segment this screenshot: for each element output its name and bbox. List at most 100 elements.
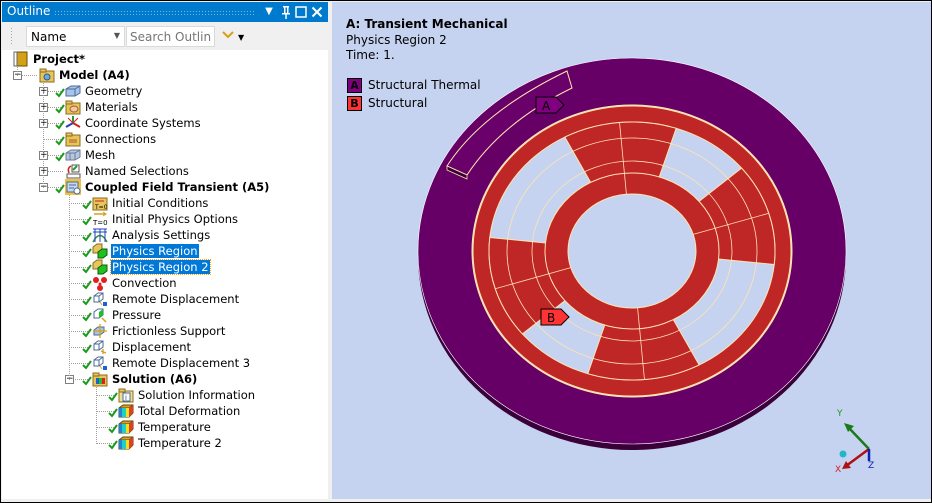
coordinate-systems-icon: [65, 115, 81, 131]
physics-region-icon: [92, 243, 108, 259]
tree-node[interactable]: + Named Selections: [2, 163, 328, 179]
tree-node[interactable]: Physics Region: [2, 243, 328, 259]
tree-node-label[interactable]: Analysis Settings: [111, 228, 211, 242]
tree-node-label[interactable]: Temperature: [137, 420, 212, 434]
result-icon: [118, 403, 134, 419]
tree-node-label[interactable]: Remote Displacement 3: [111, 356, 251, 370]
tree-node-label[interactable]: Initial Conditions: [111, 196, 209, 210]
tree-node-label[interactable]: Temperature 2: [137, 436, 223, 450]
outline-tree: Project* − Model (A4) + Geometry + Materials + C…: [2, 50, 328, 499]
tree-node[interactable]: − Coupled Field Transient (A5): [2, 179, 328, 195]
tree-node[interactable]: + Coordinate Systems: [2, 115, 328, 131]
tree-node[interactable]: Remote Displacement: [2, 291, 328, 307]
tree-node[interactable]: Displacement: [2, 339, 328, 355]
physics-region-icon: [92, 259, 108, 275]
outline-title: Outline: [7, 4, 51, 18]
tree-node-label[interactable]: Mesh: [84, 148, 116, 162]
triad-y-label: Y: [836, 409, 843, 419]
mesh-icon: [65, 147, 81, 163]
tree-node[interactable]: − Model (A4): [2, 67, 328, 83]
tree-node-label[interactable]: Total Deformation: [137, 404, 241, 418]
model-icon: [39, 67, 55, 83]
toolbar-grip[interactable]: [10, 27, 14, 45]
tree-node[interactable]: T=0 Initial Physics Options: [2, 211, 328, 227]
triad-z-label: Z: [868, 461, 874, 471]
tree-node-label[interactable]: Convection: [111, 276, 178, 290]
status-check-icon: [82, 328, 92, 338]
close-icon[interactable]: [309, 4, 325, 20]
tree-node-label[interactable]: Geometry: [84, 84, 143, 98]
connections-icon: [65, 131, 81, 147]
callout-a-label: A: [542, 99, 551, 113]
legend-label: Structural Thermal: [368, 78, 481, 92]
triad-x-axis: [845, 447, 870, 468]
search-outline-input[interactable]: [126, 26, 215, 47]
tree-node-label[interactable]: Named Selections: [84, 164, 190, 178]
triad-x-label: X: [835, 465, 841, 475]
tree-node-label[interactable]: Physics Region 2: [110, 259, 211, 275]
tree-node-label[interactable]: Frictionless Support: [111, 324, 226, 338]
status-check-icon: [82, 312, 92, 322]
materials-icon: [65, 99, 81, 115]
tree-node[interactable]: Physics Region 2: [2, 259, 328, 275]
tree-node-label[interactable]: Solution (A6): [111, 372, 198, 386]
tree-node[interactable]: Temperature 2: [2, 435, 328, 451]
filter-type-select[interactable]: Name ▼: [26, 26, 125, 47]
tree-node-label[interactable]: Initial Physics Options: [111, 212, 239, 226]
tree-node[interactable]: i Solution Information: [2, 387, 328, 403]
tree-node-label[interactable]: Connections: [84, 132, 157, 146]
pin-icon[interactable]: [278, 4, 294, 20]
titlebar-grip[interactable]: [54, 10, 254, 15]
tree-node-label[interactable]: Materials: [84, 100, 139, 114]
initial-physics-icon: T=0: [92, 211, 108, 227]
status-check-icon: [82, 216, 92, 226]
status-check-icon: [82, 248, 92, 258]
model-geometry[interactable]: ABYX Z: [332, 2, 931, 499]
tree-node-label[interactable]: Project*: [32, 52, 86, 66]
tree-node[interactable]: + Materials: [2, 99, 328, 115]
status-check-icon: [82, 360, 92, 370]
tree-node-label[interactable]: Displacement: [111, 340, 192, 354]
tree-node[interactable]: + Geometry: [2, 83, 328, 99]
tree-connector: [69, 195, 70, 380]
tree-node[interactable]: T=0 Initial Conditions: [2, 195, 328, 211]
tree-node-label[interactable]: Remote Displacement: [111, 292, 240, 306]
tree-node-label[interactable]: Coupled Field Transient (A5): [84, 180, 270, 194]
tree-node[interactable]: − Solution (A6): [2, 371, 328, 387]
tree-node[interactable]: Total Deformation: [2, 403, 328, 419]
tree-node[interactable]: Analysis Settings: [2, 227, 328, 243]
tree-node[interactable]: Remote Displacement 3: [2, 355, 328, 371]
chevron-down-icon: ▼: [113, 31, 120, 40]
status-check-icon: [55, 104, 65, 114]
graphics-viewport[interactable]: ABYXZ A: Transient Mechanical Physics Re…: [332, 2, 931, 499]
status-check-icon: [82, 280, 92, 290]
svg-text:T=0: T=0: [94, 204, 108, 211]
tree-node-label[interactable]: Pressure: [111, 308, 162, 322]
toolbar-overflow-icon[interactable]: ▼: [238, 33, 244, 42]
tree-node-label[interactable]: Coordinate Systems: [84, 116, 202, 130]
tree-node[interactable]: + Mesh: [2, 147, 328, 163]
panel-menu-dropdown-icon[interactable]: ▼: [261, 4, 277, 20]
tree-node[interactable]: Connections: [2, 131, 328, 147]
tree-node[interactable]: Convection: [2, 275, 328, 291]
tree-node[interactable]: Project*: [2, 51, 328, 67]
search-options-chevron-icon[interactable]: [220, 27, 236, 43]
hub-hole: [567, 193, 697, 309]
tree-node[interactable]: Pressure: [2, 307, 328, 323]
tree-node-label[interactable]: Solution Information: [137, 388, 256, 402]
maximize-icon[interactable]: [293, 4, 309, 20]
pressure-icon: [92, 307, 108, 323]
solution-information-icon: i: [118, 387, 134, 403]
status-check-icon: [55, 88, 65, 98]
initial-conditions-icon: T=0: [92, 195, 108, 211]
time-label: Time: 1.: [346, 48, 395, 62]
tree-node[interactable]: Temperature: [2, 419, 328, 435]
svg-text:T=0: T=0: [92, 219, 108, 227]
tree-node-label[interactable]: Model (A4): [58, 68, 131, 82]
status-check-icon: [108, 408, 118, 418]
tree-node[interactable]: Frictionless Support: [2, 323, 328, 339]
status-check-icon: [108, 424, 118, 434]
project-icon: [13, 51, 29, 67]
tree-node-label[interactable]: Physics Region: [111, 244, 199, 258]
solution-icon: [92, 371, 108, 387]
